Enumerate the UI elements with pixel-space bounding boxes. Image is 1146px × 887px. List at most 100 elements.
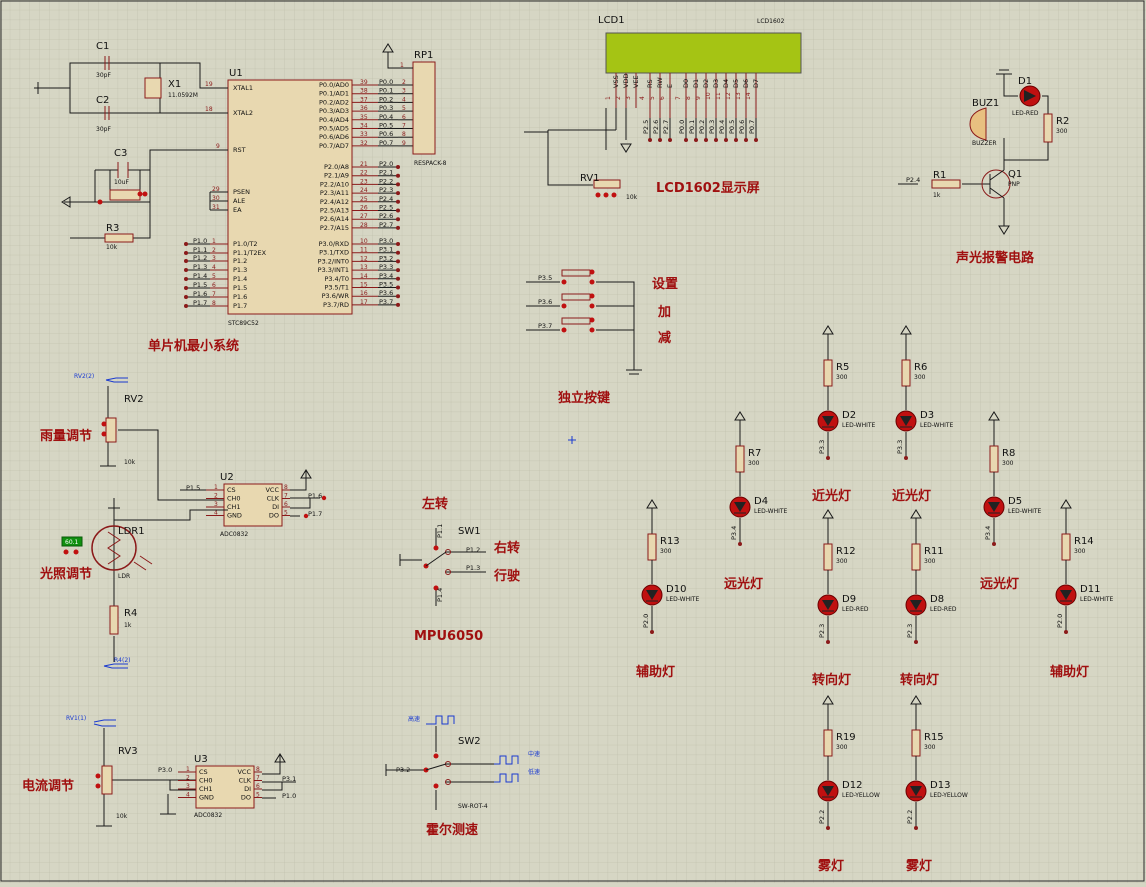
u1-left-net: P1.4 — [193, 272, 207, 280]
sw1-net-p14: P1.4 — [436, 588, 444, 602]
lcd-pin-name: D2 — [702, 79, 710, 88]
u1-pin-num: 12 — [360, 255, 368, 262]
u1-pin-name: EA — [233, 206, 242, 214]
rv2-val: 10k — [124, 459, 136, 466]
u1-pin-name: P1.5 — [233, 284, 247, 292]
u1-left-net: P1.0 — [193, 237, 207, 245]
rv2-ref: RV2 — [124, 394, 144, 405]
adc-pin-num: 8 — [256, 766, 260, 773]
led-ref: D5 — [1008, 496, 1022, 507]
led-val: LED-WHITE — [920, 422, 954, 429]
lcd-pin-name: RS — [646, 79, 654, 88]
lcd-pin-name: RW — [656, 77, 664, 88]
u1-pin-name: P0.2/AD2 — [319, 98, 349, 106]
resistor-ref: R14 — [1074, 536, 1094, 547]
u1-part: STC89C52 — [228, 320, 259, 327]
lcd-pin-num: 2 — [615, 96, 622, 100]
u1-pin-num: 27 — [360, 213, 368, 220]
u1-pin-num: 8 — [212, 300, 216, 307]
u1-left-net: P1.7 — [193, 299, 207, 307]
u1-pin-name: P1.6 — [233, 293, 247, 301]
u1-pin-name: ALE — [233, 197, 245, 205]
u1-pin-name: P0.3/AD3 — [319, 107, 349, 115]
adc-pin-num: 7 — [284, 493, 288, 500]
label-alarm: 声光报警电路 — [955, 250, 1035, 266]
label-turn-2: 转向灯 — [900, 672, 939, 688]
lcd-pin-num: 7 — [675, 96, 682, 100]
u1-pin-num: 23 — [360, 178, 368, 185]
led-val: LED-WHITE — [1080, 596, 1114, 603]
r4-val: 1k — [124, 622, 132, 629]
label-low-beam-1: 近光灯 — [812, 488, 851, 504]
r2-val: 300 — [1056, 128, 1068, 135]
lcd-pin-num: 8 — [685, 96, 692, 100]
lcd-pin-num: 3 — [625, 96, 632, 100]
u1-pin-num: 2 — [212, 247, 216, 254]
rp1-pin1: 1 — [400, 62, 404, 69]
adc-pin-num: 1 — [186, 766, 190, 773]
c2-val: 30pF — [96, 126, 111, 133]
label-add: 加 — [657, 305, 671, 320]
u1-pin-name: P3.1/TXD — [319, 249, 349, 257]
r3-ref: R3 — [106, 223, 119, 234]
lcd-pin-name: D6 — [742, 79, 750, 88]
c3-ref: C3 — [114, 148, 127, 159]
lcd-pin-num: 13 — [735, 92, 742, 100]
adc-pin-name: GND — [227, 512, 242, 520]
lcd-pin-name: VEE — [632, 75, 640, 88]
u1-pin-name: P0.0/AD0 — [319, 81, 349, 89]
led-val: LED-YELLOW — [842, 792, 880, 799]
lcd-ref: LCD1 — [598, 15, 625, 26]
u2-ref: U2 — [220, 472, 234, 483]
u1-ref: U1 — [229, 68, 243, 79]
led-ref: D10 — [666, 584, 686, 595]
lcd-pin-name: D4 — [722, 79, 730, 88]
label-high-beam-2: 远光灯 — [980, 576, 1019, 592]
u2-part: ADC0832 — [220, 531, 248, 538]
label-turn-right: 右转 — [493, 540, 520, 556]
u1-pin-num: 28 — [360, 222, 368, 229]
lcd-net: P0.5 — [728, 120, 736, 134]
resistor-val: 300 — [836, 374, 848, 381]
u1-pin-num: 4 — [212, 264, 216, 271]
led-net: P2.2 — [818, 810, 826, 824]
adc-pin-num: 7 — [256, 775, 260, 782]
resistor-ref: R13 — [660, 536, 680, 547]
probe-r4: R4(2) — [114, 657, 131, 664]
u2-net-do: P1.7 — [308, 510, 322, 518]
u1-left-net: P1.3 — [193, 263, 207, 271]
sw2-part: SW-ROT-4 — [458, 803, 488, 810]
label-lcd-screen: LCD1602显示屏 — [656, 181, 760, 196]
u1-pin-name: P3.0/RXD — [319, 240, 349, 248]
rv1-ref: RV1 — [580, 173, 600, 184]
u1-pin-num: 21 — [360, 161, 368, 168]
u1-pin-num: 26 — [360, 205, 368, 212]
rv3-ref: RV3 — [118, 746, 138, 757]
lcd-pin-name: D7 — [752, 79, 760, 88]
resistor-val: 300 — [1074, 548, 1086, 555]
rv3-val: 10k — [116, 813, 128, 820]
probe-rv1: RV1(1) — [66, 715, 86, 722]
label-aux-1: 辅助灯 — [636, 664, 675, 680]
led-ref: D8 — [930, 594, 944, 605]
u3-part: ADC0832 — [194, 812, 222, 819]
label-turn-1: 转向灯 — [812, 672, 851, 688]
u1-pin-name: P1.2 — [233, 257, 247, 265]
adc-pin-num: 2 — [186, 775, 190, 782]
u1-pin-num: 7 — [212, 291, 216, 298]
u1-pin-name: P0.1/AD1 — [319, 90, 349, 98]
u1-pin-name: P2.4/A12 — [320, 198, 349, 206]
u1-pin-num: 38 — [360, 88, 368, 95]
r1-ref: R1 — [933, 170, 946, 181]
lcd-pin-name: D1 — [692, 79, 700, 88]
u3-net-do: P1.0 — [282, 792, 296, 800]
led-ref: D2 — [842, 410, 856, 421]
label-buttons: 独立按键 — [558, 390, 610, 406]
ldr-ref: LDR1 — [118, 526, 145, 537]
crystal-x1 — [144, 77, 162, 99]
adc-pin-num: 3 — [186, 783, 190, 790]
u1-pin-num: 37 — [360, 96, 368, 103]
label-high-beam-1: 远光灯 — [724, 576, 763, 592]
led-ref: D3 — [920, 410, 934, 421]
resistor-ref: R12 — [836, 546, 856, 557]
